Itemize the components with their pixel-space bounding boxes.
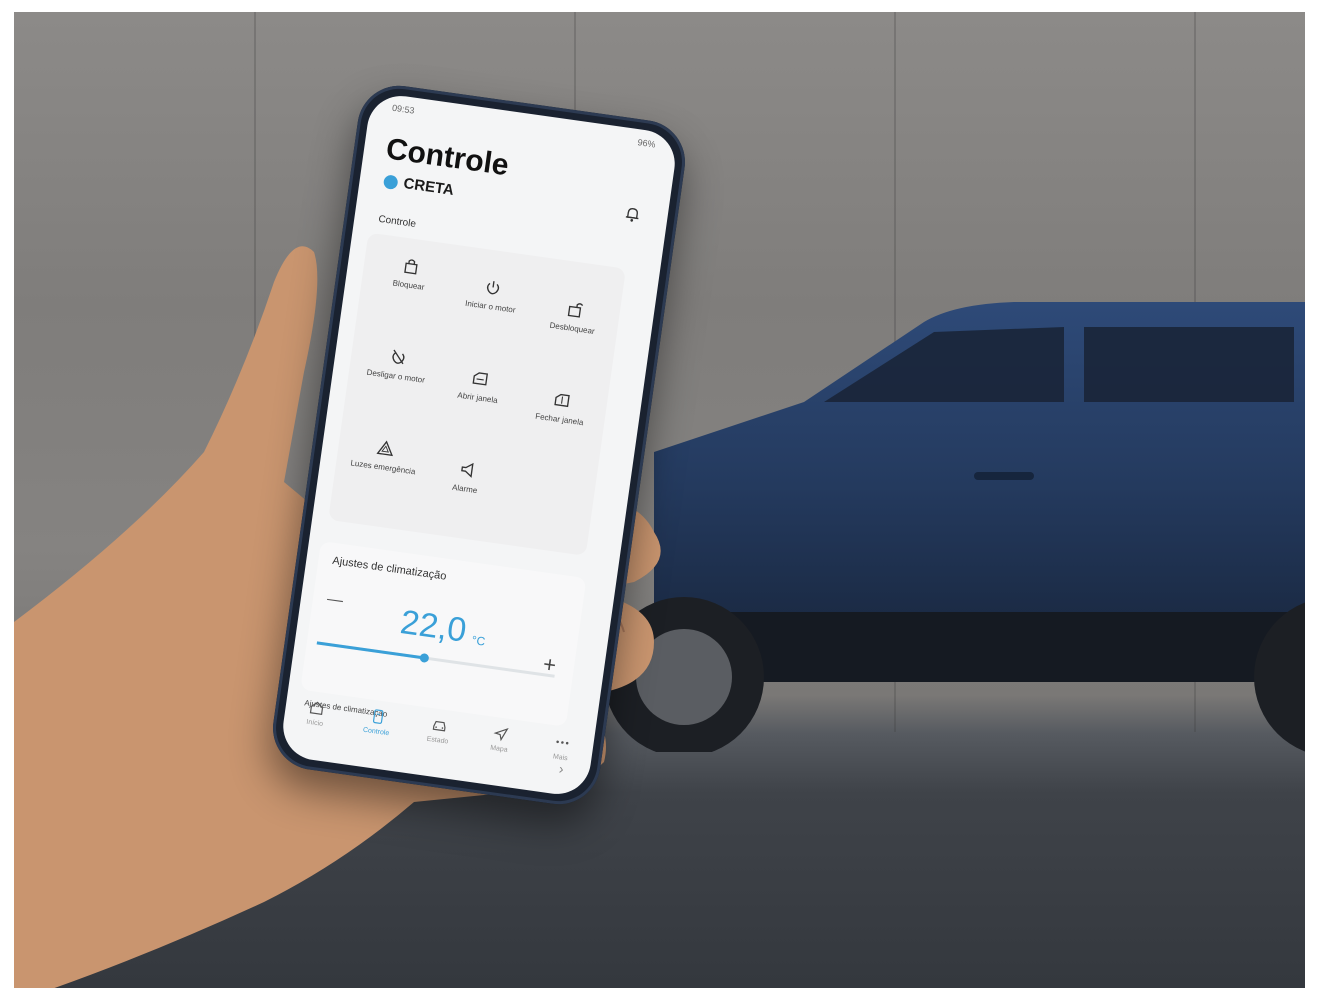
temperature-value: 22,0 — [397, 602, 469, 650]
climate-title: Ajustes de climatização — [331, 554, 448, 583]
remote-icon — [372, 709, 384, 724]
control-label: Abrir janela — [456, 390, 499, 406]
control-label: Luzes emergência — [349, 458, 416, 477]
nav-label: Início — [305, 718, 324, 728]
nav-item-estado[interactable]: Estado — [412, 714, 465, 748]
nav-label: Mapa — [489, 744, 509, 754]
window-open-icon — [472, 372, 489, 386]
control-alarm-button[interactable]: Alarme — [417, 445, 513, 534]
control-open-window-button[interactable]: Abrir janela — [429, 354, 525, 443]
control-lock-button[interactable]: Bloquear — [360, 241, 456, 330]
hazard-icon — [376, 440, 393, 457]
status-battery: 96% — [636, 137, 657, 150]
control-label: Desligar o motor — [366, 367, 426, 385]
navigate-icon — [493, 728, 509, 742]
control-grid: Bloquear Iniciar o motor Desbloquear Des… — [328, 232, 626, 556]
control-label: Desbloquear — [549, 320, 596, 336]
temp-decrease-button[interactable]: — — [326, 590, 344, 610]
horn-icon — [461, 462, 474, 478]
control-start-engine-button[interactable]: Iniciar o motor — [442, 263, 538, 352]
nav-label: Estado — [426, 735, 449, 746]
section-label-controle: Controle — [377, 213, 417, 231]
vehicle-name: CRETA — [402, 175, 455, 199]
temperature-unit: °C — [470, 632, 487, 649]
control-stop-engine-button[interactable]: Desligar o motor — [348, 332, 444, 421]
nav-item-mapa[interactable]: Mapa — [474, 722, 527, 756]
control-label: Iniciar o motor — [464, 298, 517, 315]
control-label: Fechar janela — [534, 411, 584, 428]
control-close-window-button[interactable]: Fechar janela — [511, 375, 607, 464]
nav-label: Mais — [552, 753, 569, 763]
nav-label: Controle — [362, 726, 390, 738]
vehicle-selector[interactable]: CRETA — [382, 172, 455, 199]
window-close-icon — [554, 393, 570, 408]
nav-item-mais[interactable]: Mais — [535, 731, 588, 765]
bell-icon[interactable] — [622, 204, 642, 224]
control-label: Bloquear — [392, 278, 426, 292]
control-unlock-button[interactable]: Desbloquear — [524, 284, 620, 373]
power-off-icon — [392, 349, 405, 365]
home-icon — [309, 701, 324, 715]
more-icon — [556, 740, 569, 745]
control-label: Alarme — [451, 482, 478, 496]
slider-handle[interactable] — [419, 652, 430, 664]
photo-scene: 09:53 96% Controle CRETA Controle Bloque… — [14, 12, 1305, 988]
nav-item-controle[interactable]: Controle — [351, 705, 404, 739]
nav-item-inicio[interactable]: Início — [289, 697, 342, 731]
vehicle-badge-icon — [382, 173, 399, 190]
power-icon — [486, 281, 500, 295]
status-time: 09:53 — [391, 102, 416, 116]
lock-icon — [404, 259, 418, 275]
car-icon — [432, 720, 446, 732]
control-hazard-lights-button[interactable]: Luzes emergência — [335, 423, 431, 512]
slider-fill — [316, 641, 425, 660]
unlock-icon — [567, 303, 584, 318]
